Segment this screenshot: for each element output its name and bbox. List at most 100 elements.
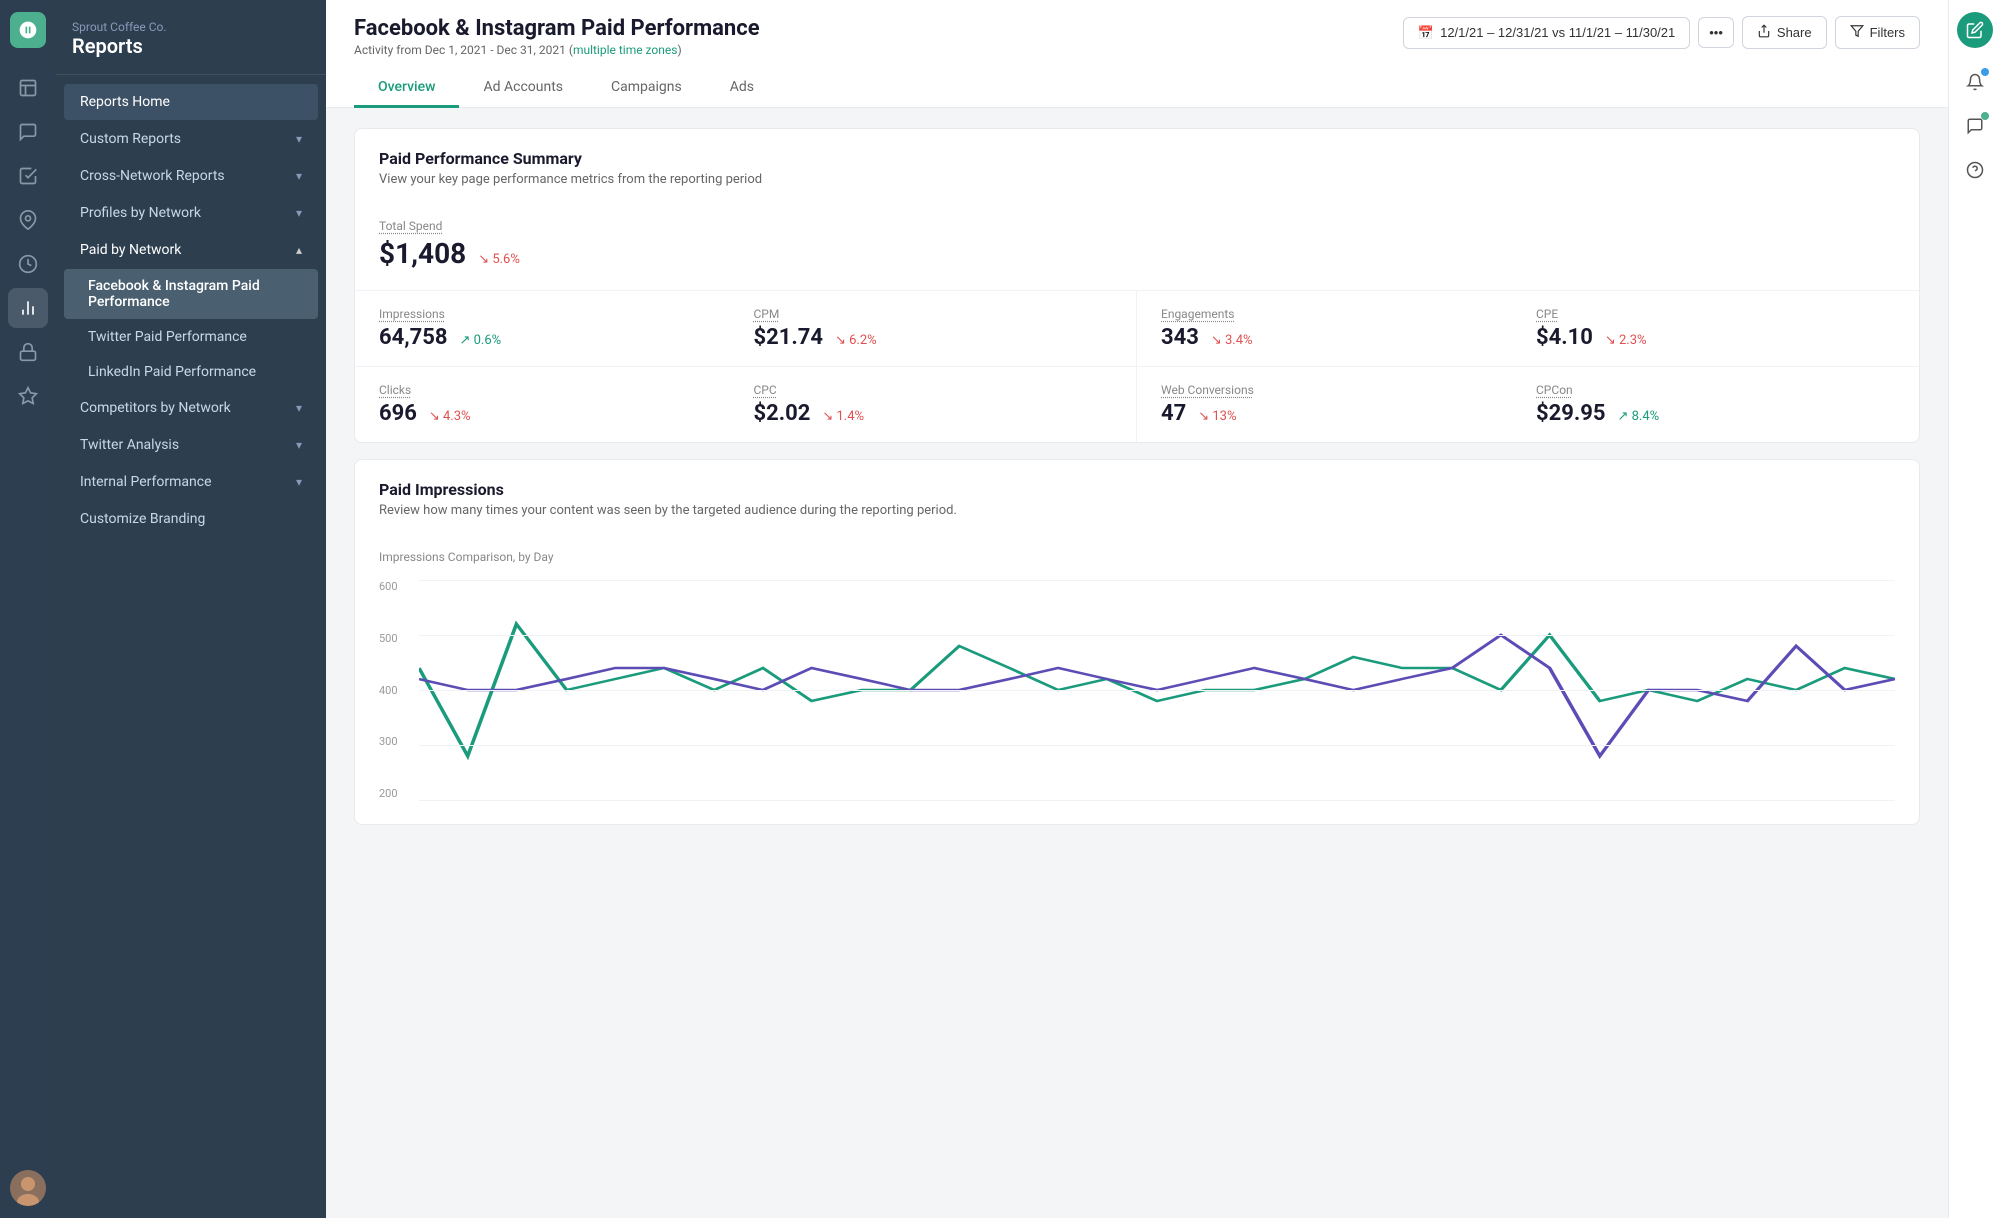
app-title: Reports (72, 34, 310, 58)
sidebar-label-competitors: Competitors by Network (80, 400, 296, 416)
cpm-metric: CPM $21.74 ↘ 6.2% (754, 307, 1113, 350)
chart-section: Impressions Comparison, by Day 600 500 4… (355, 534, 1919, 824)
sidebar-item-custom-reports[interactable]: Custom Reports ▾ (64, 121, 318, 157)
web-conversions-value: 47 (1161, 401, 1186, 426)
sidebar-item-customize-branding[interactable]: Customize Branding (64, 501, 318, 537)
engagements-value: 343 (1161, 325, 1199, 350)
engagements-metric: Engagements 343 ↘ 3.4% (1161, 307, 1520, 350)
filter-icon (1850, 24, 1864, 41)
tabs: Overview Ad Accounts Campaigns Ads (354, 69, 1920, 107)
cpc-label: CPC (754, 383, 1113, 397)
sidebar-item-twitter-analysis[interactable]: Twitter Analysis ▾ (64, 427, 318, 463)
summary-subtitle: View your key page performance metrics f… (379, 172, 1895, 187)
cpcon-change: ↗ 8.4% (1617, 409, 1659, 424)
tab-ad-accounts[interactable]: Ad Accounts (459, 69, 587, 108)
filters-button[interactable]: Filters (1835, 16, 1920, 49)
cpc-change: ↘ 1.4% (822, 409, 864, 424)
nav-analytics-icon[interactable] (8, 288, 48, 328)
help-button[interactable] (1957, 152, 1993, 188)
nav-star-icon[interactable] (8, 376, 48, 416)
chevron-paid-icon: ▴ (296, 243, 302, 257)
metrics-col-right: Engagements 343 ↘ 3.4% CPE $4.10 ↘ 2.3% (1137, 291, 1919, 442)
nav-pin-icon[interactable] (8, 200, 48, 240)
app-logo[interactable] (10, 12, 46, 48)
date-range-button[interactable]: 📅 12/1/21 – 12/31/21 vs 11/1/21 – 11/30/… (1403, 17, 1690, 49)
page-title: Facebook & Instagram Paid Performance (354, 16, 760, 41)
icon-bar-bottom (10, 1170, 46, 1206)
sidebar-label-cross-network: Cross-Network Reports (80, 168, 296, 184)
tab-campaigns[interactable]: Campaigns (587, 69, 706, 108)
sidebar-label-internal: Internal Performance (80, 474, 296, 490)
cpm-label: CPM (754, 307, 1113, 321)
sidebar-item-linkedin-paid[interactable]: LinkedIn Paid Performance (64, 355, 318, 389)
sidebar-item-twitter-paid[interactable]: Twitter Paid Performance (64, 320, 318, 354)
cpcon-value: $29.95 (1536, 401, 1606, 426)
main-area: Facebook & Instagram Paid Performance Ac… (326, 0, 1948, 1218)
main-header: Facebook & Instagram Paid Performance Ac… (326, 0, 1948, 108)
sidebar-item-profiles-by-network[interactable]: Profiles by Network ▾ (64, 195, 318, 231)
header-title-group: Facebook & Instagram Paid Performance Ac… (354, 16, 760, 57)
sidebar-item-reports-home[interactable]: Reports Home (64, 84, 318, 120)
notification-dot (1981, 68, 1989, 76)
sidebar-label-twitter-analysis: Twitter Analysis (80, 437, 296, 453)
timezone-link[interactable]: multiple time zones (573, 43, 678, 57)
cpcon-metric: CPCon $29.95 ↗ 8.4% (1536, 383, 1895, 426)
cpcon-label: CPCon (1536, 383, 1895, 397)
total-spend-row: Total Spend $1,408 ↘ 5.6% (355, 203, 1919, 291)
web-conversions-change: ↘ 13% (1198, 409, 1236, 424)
web-conversions-label: Web Conversions (1161, 383, 1520, 397)
nav-bots-icon[interactable] (8, 332, 48, 372)
clicks-label: Clicks (379, 383, 738, 397)
sidebar-item-fb-ig-paid[interactable]: Facebook & Instagram Paid Performance (64, 269, 318, 319)
sidebar: Sprout Coffee Co. Reports Reports Home C… (56, 0, 326, 1218)
nav-inbox-icon[interactable] (8, 112, 48, 152)
company-name: Sprout Coffee Co. (72, 20, 310, 34)
metrics-row-impressions: Impressions 64,758 ↗ 0.6% CPM $21.74 ↘ 6… (355, 291, 1136, 367)
impressions-change: ↗ 0.6% (460, 333, 502, 348)
engagements-change: ↘ 3.4% (1211, 333, 1253, 348)
user-avatar[interactable] (10, 1170, 46, 1206)
summary-card-header: Paid Performance Summary View your key p… (355, 129, 1919, 203)
engagements-label: Engagements (1161, 307, 1520, 321)
nav-schedule-icon[interactable] (8, 244, 48, 284)
sidebar-item-competitors[interactable]: Competitors by Network ▾ (64, 390, 318, 426)
nav-tasks-icon[interactable] (8, 156, 48, 196)
date-range-label: 12/1/21 – 12/31/21 vs 11/1/21 – 11/30/21 (1440, 25, 1675, 40)
chevron-custom-reports-icon: ▾ (296, 132, 302, 146)
share-button[interactable]: Share (1742, 16, 1827, 49)
calendar-icon: 📅 (1418, 25, 1434, 41)
chat-button[interactable] (1957, 108, 1993, 144)
main-content: Paid Performance Summary View your key p… (326, 108, 1948, 1218)
chevron-twitter-icon: ▾ (296, 438, 302, 452)
summary-card: Paid Performance Summary View your key p… (354, 128, 1920, 443)
sidebar-item-paid-by-network[interactable]: Paid by Network ▴ (64, 232, 318, 268)
share-icon (1757, 24, 1771, 41)
notifications-button[interactable] (1957, 64, 1993, 100)
cpm-change: ↘ 6.2% (835, 333, 877, 348)
chevron-competitors-icon: ▾ (296, 401, 302, 415)
more-options-button[interactable]: ••• (1698, 17, 1734, 48)
impressions-card: Paid Impressions Review how many times y… (354, 459, 1920, 825)
chart-label: Impressions Comparison, by Day (379, 550, 1895, 564)
sidebar-label-twitter-paid: Twitter Paid Performance (88, 329, 247, 345)
sidebar-header: Sprout Coffee Co. Reports (56, 0, 326, 75)
y-label-500: 500 (379, 632, 415, 645)
cpm-value: $21.74 (754, 325, 824, 350)
tab-ads[interactable]: Ads (706, 69, 778, 108)
tab-overview[interactable]: Overview (354, 69, 459, 108)
chart-area (419, 580, 1895, 800)
total-spend-value: $1,408 (379, 237, 466, 270)
edit-button[interactable] (1957, 12, 1993, 48)
sidebar-item-internal-performance[interactable]: Internal Performance ▾ (64, 464, 318, 500)
metrics-row-conversions: Web Conversions 47 ↘ 13% CPCon $29.95 ↗ … (1137, 367, 1919, 442)
icon-bar (0, 0, 56, 1218)
chevron-cross-network-icon: ▾ (296, 169, 302, 183)
sidebar-label-linkedin-paid: LinkedIn Paid Performance (88, 364, 256, 380)
clicks-metric: Clicks 696 ↘ 4.3% (379, 383, 738, 426)
sidebar-label-branding: Customize Branding (80, 511, 302, 527)
nav-compose-icon[interactable] (8, 68, 48, 108)
y-label-200: 200 (379, 787, 415, 800)
cpe-label: CPE (1536, 307, 1895, 321)
y-label-300: 300 (379, 735, 415, 748)
sidebar-item-cross-network[interactable]: Cross-Network Reports ▾ (64, 158, 318, 194)
